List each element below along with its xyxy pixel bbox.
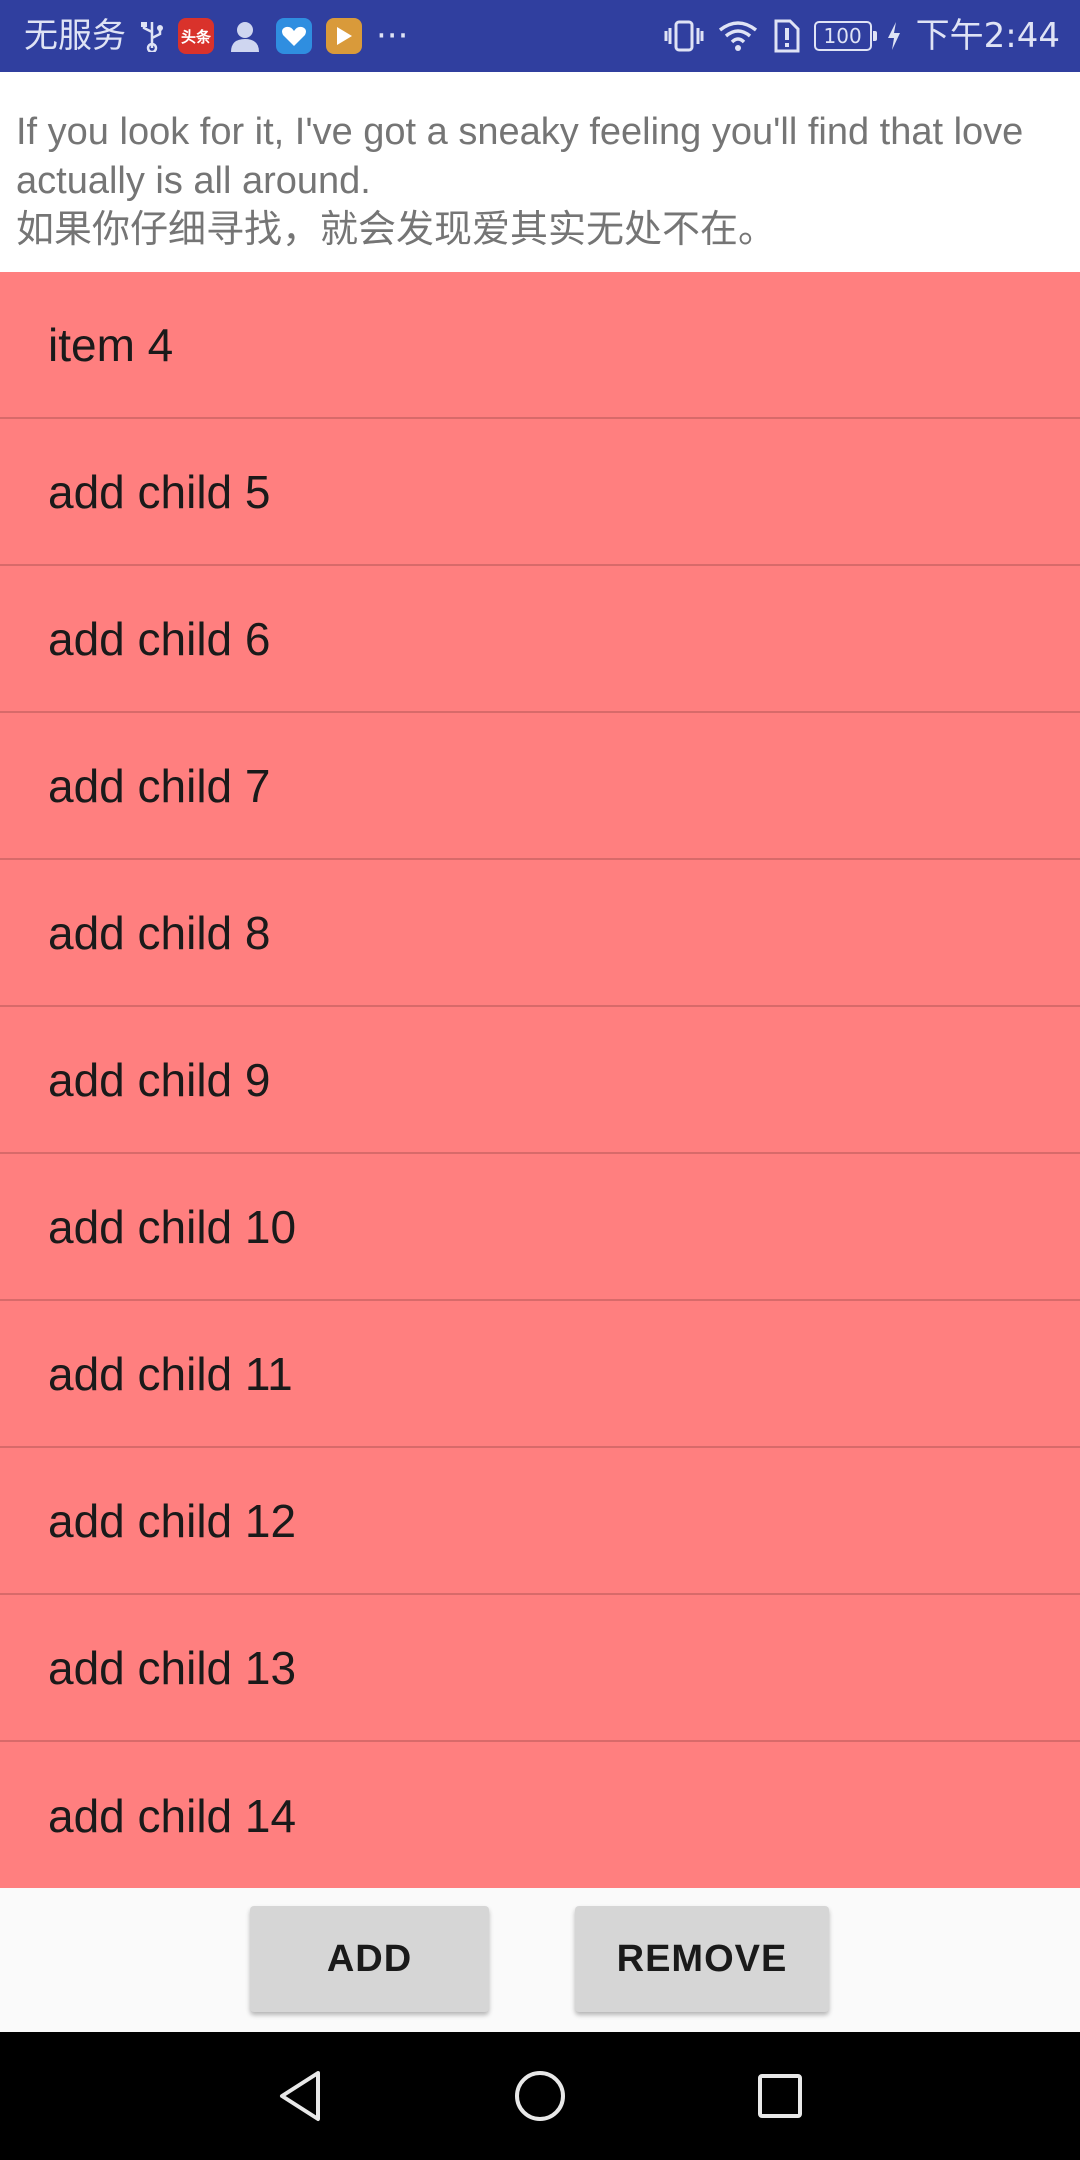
back-icon[interactable] [270, 2066, 330, 2126]
list-item[interactable]: add child 5 [0, 419, 1080, 566]
list-item[interactable]: add child 13 [0, 1595, 1080, 1742]
status-bar: 无服务 头条 ··· 100 下午2:44 [0, 0, 1080, 72]
list-item[interactable]: add child 6 [0, 566, 1080, 713]
description-chinese: 如果你仔细寻找，就会发现爱其实无处不在。 [16, 209, 777, 251]
list-item[interactable]: item 4 [0, 272, 1080, 419]
list-item[interactable]: add child 8 [0, 860, 1080, 1007]
navigation-bar [0, 2032, 1080, 2160]
battery-icon: 100 [813, 21, 877, 51]
home-icon[interactable] [510, 2066, 570, 2126]
vibrate-icon [664, 19, 704, 53]
blue-app-icon [276, 18, 312, 54]
status-bar-right: 100 下午2:44 [664, 19, 1060, 53]
button-bar: ADD REMOVE [0, 1888, 1080, 2032]
carrier-label: 无服务 [24, 16, 126, 56]
status-bar-left: 无服务 头条 ··· [24, 18, 408, 54]
add-button[interactable]: ADD [250, 1906, 489, 2012]
remove-button[interactable]: REMOVE [575, 1906, 829, 2012]
clock: 下午2:44 [915, 16, 1060, 56]
list-item[interactable]: add child 10 [0, 1154, 1080, 1301]
sim-alert-icon [772, 19, 800, 53]
list-item[interactable]: add child 7 [0, 713, 1080, 860]
wifi-icon [718, 20, 758, 52]
item-list[interactable]: item 4 add child 5 add child 6 add child… [0, 272, 1080, 1888]
toutiao-app-icon: 头条 [178, 18, 214, 54]
description-panel: If you look for it, I've got a sneaky fe… [0, 72, 1080, 272]
charging-icon [886, 21, 902, 51]
contact-icon [228, 19, 262, 53]
recent-apps-icon[interactable] [750, 2066, 810, 2126]
list-item[interactable]: add child 9 [0, 1007, 1080, 1154]
usb-icon [140, 20, 164, 52]
list-item[interactable]: add child 14 [0, 1742, 1080, 1888]
description-english: If you look for it, I've got a sneaky fe… [16, 111, 1024, 202]
more-notifications-icon: ··· [376, 16, 409, 56]
list-item[interactable]: add child 11 [0, 1301, 1080, 1448]
video-app-icon [326, 18, 362, 54]
list-item[interactable]: add child 12 [0, 1448, 1080, 1595]
